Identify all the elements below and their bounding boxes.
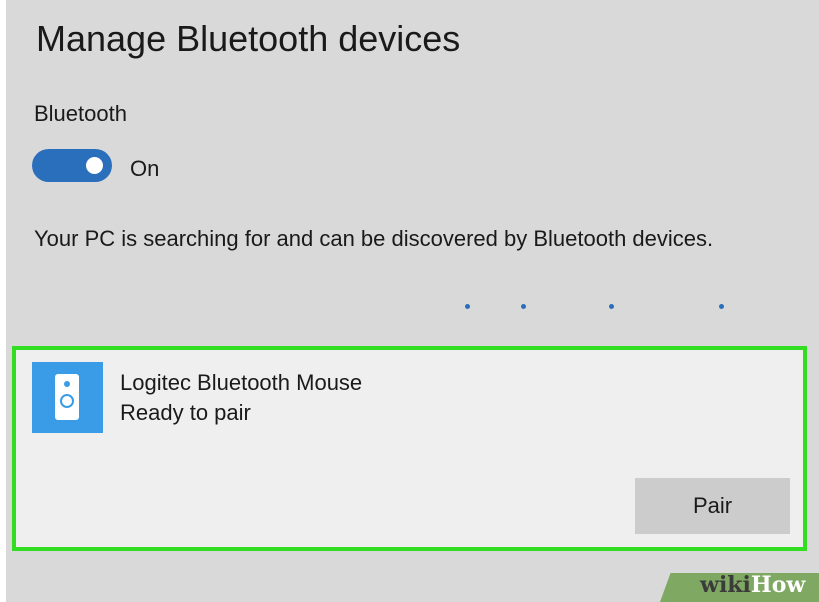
bluetooth-label: Bluetooth bbox=[34, 101, 127, 126]
progress-dot bbox=[465, 304, 470, 309]
device-name: Logitec Bluetooth Mouse bbox=[120, 370, 363, 395]
toggle-knob bbox=[86, 157, 103, 174]
device-status: Ready to pair bbox=[120, 400, 251, 425]
bluetooth-toggle[interactable] bbox=[32, 149, 112, 182]
device-icon-tile bbox=[32, 362, 103, 433]
pair-button[interactable]: Pair bbox=[635, 478, 790, 534]
progress-dot bbox=[609, 304, 614, 309]
progress-dot bbox=[521, 304, 526, 309]
toggle-state-label: On bbox=[130, 156, 160, 181]
device-list-item[interactable]: Logitec Bluetooth Mouse Ready to pair Pa… bbox=[12, 346, 807, 551]
speaker-icon bbox=[55, 374, 79, 420]
progress-dot bbox=[719, 304, 724, 309]
watermark-logo: wikiHow bbox=[700, 572, 806, 598]
page-title: Manage Bluetooth devices bbox=[36, 18, 461, 59]
searching-status-text: Your PC is searching for and can be disc… bbox=[34, 226, 714, 251]
